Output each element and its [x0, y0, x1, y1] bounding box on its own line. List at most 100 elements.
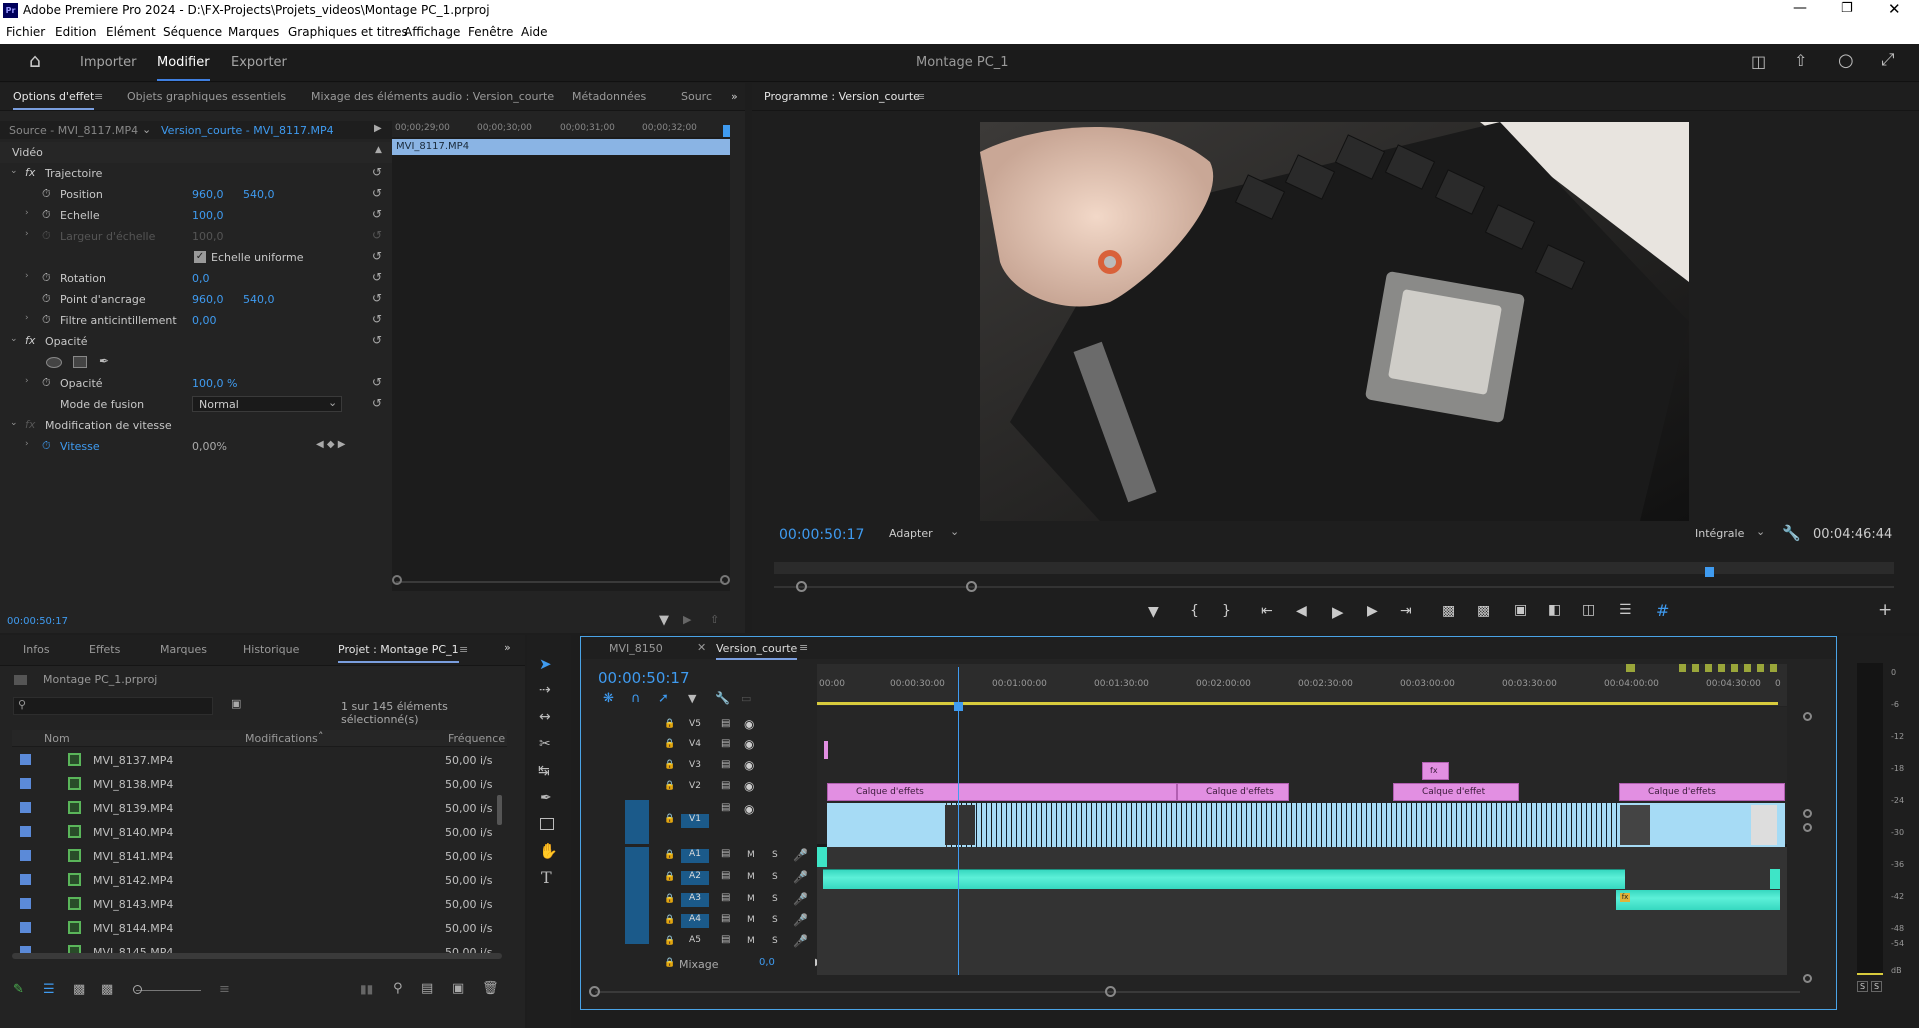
col-modifications[interactable]: Modifications	[245, 732, 318, 745]
fit-dropdown[interactable]: Adapter ⌄	[883, 525, 963, 542]
marker[interactable]	[1626, 664, 1635, 672]
chevron-right-icon[interactable]: ›	[25, 313, 29, 323]
collapse-icon[interactable]: ▲	[375, 145, 382, 155]
close-icon[interactable]: ✕	[1888, 0, 1901, 18]
track-label[interactable]: A5	[681, 935, 709, 949]
stopwatch-icon[interactable]: ⏱	[42, 292, 51, 306]
icon-view-icon[interactable]: ▩	[73, 982, 85, 997]
razor-tool-icon[interactable]: ✂	[539, 736, 551, 752]
new-bin-icon[interactable]: ▤	[421, 981, 433, 996]
reset-icon[interactable]: ↺	[372, 396, 382, 410]
eye-icon[interactable]: ◉	[744, 717, 754, 731]
more-tabs-icon[interactable]: »	[504, 641, 511, 654]
tab-version-courte[interactable]: Version_courte	[716, 642, 798, 660]
echelle-value[interactable]: 100,0	[192, 209, 224, 222]
opacite-value[interactable]: 100,0 %	[192, 377, 237, 390]
sync-lock-icon[interactable]: ▤	[721, 870, 730, 881]
stopwatch-icon[interactable]: ⏱	[42, 271, 51, 285]
mic-icon[interactable]: 🎤	[793, 892, 808, 906]
mark-out-icon[interactable]: }	[1222, 603, 1231, 619]
mini-clip[interactable]: MVI_8117.MP4	[392, 139, 730, 155]
linked-selection-icon[interactable]: ➚	[658, 691, 669, 706]
minimize-icon[interactable]: —	[1793, 0, 1807, 16]
chevron-right-icon[interactable]: ›	[25, 271, 29, 281]
stopwatch-icon[interactable]: ⏱	[42, 208, 51, 222]
lock-icon[interactable]: 🔒	[664, 872, 675, 882]
lock-icon[interactable]: 🔒	[664, 915, 675, 925]
fullscreen-icon[interactable]: ⤢	[1881, 50, 1895, 70]
menu-aide[interactable]: Aide	[521, 25, 548, 39]
program-title[interactable]: Programme : Version_courte	[764, 90, 920, 108]
menu-sequence[interactable]: Séquence	[163, 25, 222, 39]
zoom-handle-right[interactable]	[966, 581, 977, 592]
expand-icon[interactable]: ⌄	[10, 166, 18, 176]
step-back-icon[interactable]: ◀	[1296, 603, 1307, 619]
v1-clip-start[interactable]	[827, 803, 947, 847]
mark-in-icon[interactable]: {	[1190, 603, 1199, 619]
reset-icon[interactable]: ↺	[372, 270, 382, 284]
solo-button[interactable]: S	[772, 915, 778, 925]
track-label[interactable]: V5	[681, 719, 709, 733]
col-frequence[interactable]: Fréquence d	[448, 732, 507, 745]
sync-lock-icon[interactable]: ▤	[721, 759, 730, 770]
lock-icon[interactable]: 🔒	[664, 719, 675, 729]
v4-clip[interactable]	[824, 741, 828, 759]
zoom-slider-handle[interactable]	[133, 985, 142, 994]
menu-edition[interactable]: Edition	[55, 25, 97, 39]
source-patch-v1[interactable]	[625, 800, 649, 844]
v2-fx-clip[interactable]: Calque d'effets	[827, 783, 1177, 801]
timeline-timecode[interactable]: 00:00:50:17	[598, 669, 690, 687]
quality-dropdown[interactable]: Intégrale ⌄	[1689, 525, 1769, 542]
track-label[interactable]: V3	[681, 760, 709, 774]
selection-tool-icon[interactable]: ➤	[539, 655, 552, 673]
reset-icon[interactable]: ↺	[372, 291, 382, 305]
stopwatch-icon[interactable]: ⏱	[42, 376, 51, 390]
stopwatch-icon[interactable]: ⏱	[42, 313, 51, 327]
vscroll-handle[interactable]	[1803, 974, 1812, 983]
tab-projet[interactable]: Projet : Montage PC_1	[338, 643, 459, 663]
track-label[interactable]: A4	[681, 914, 709, 928]
solo-left-button[interactable]: S	[1857, 981, 1868, 992]
mix-value[interactable]: 0,0	[759, 957, 775, 968]
audio-clip-a2[interactable]	[823, 869, 1625, 889]
sync-lock-icon[interactable]: ▤	[721, 780, 730, 791]
list-item[interactable]: MVI_8140.MP4 50,00 i/s	[0, 820, 505, 844]
vscroll-handle[interactable]	[1803, 809, 1812, 818]
more-tabs-icon[interactable]: »	[731, 90, 738, 103]
vr-view-icon[interactable]: ◫	[1582, 602, 1595, 618]
track-label[interactable]: A1	[681, 849, 709, 863]
mini-playhead[interactable]	[723, 125, 730, 137]
automate-icon[interactable]: ▮▮	[360, 982, 373, 996]
lock-icon[interactable]: 🔒	[664, 936, 675, 946]
solo-button[interactable]: S	[772, 936, 778, 946]
reset-icon[interactable]: ↺	[372, 312, 382, 326]
tab-exporter[interactable]: Exporter	[231, 55, 287, 70]
mute-button[interactable]: M	[747, 936, 755, 946]
timeline-ruler[interactable]: 00:00 00:00:30:00 00:01:00:00 00:01:30:0…	[817, 664, 1787, 706]
expand-icon[interactable]: ⌄	[10, 334, 18, 344]
menu-element[interactable]: Elément	[106, 25, 156, 39]
home-icon[interactable]: ⌂	[29, 50, 41, 72]
program-playhead[interactable]	[1705, 567, 1714, 577]
list-item[interactable]: MVI_8144.MP4 50,00 i/s	[0, 916, 505, 940]
tab-effets[interactable]: Effets	[89, 643, 120, 656]
freeform-view-icon[interactable]: ▩	[101, 982, 113, 997]
sync-lock-icon[interactable]: ▤	[721, 934, 730, 945]
timeline-menu-icon[interactable]: ≡	[799, 641, 808, 654]
solo-right-button[interactable]: S	[1871, 981, 1882, 992]
share-icon[interactable]: ⇧	[1794, 51, 1807, 70]
program-timecode[interactable]: 00:00:50:17	[779, 527, 864, 543]
tab-importer[interactable]: Importer	[80, 55, 137, 70]
timeline-playhead-handle[interactable]	[954, 702, 963, 711]
mute-button[interactable]: M	[747, 872, 755, 882]
menu-affichage[interactable]: Affichage	[404, 25, 460, 39]
extract-icon[interactable]: ▩	[1477, 603, 1490, 619]
camera-icon[interactable]: ▣	[1514, 602, 1527, 618]
pen-mask-icon[interactable]: ✒	[99, 354, 109, 368]
add-button-icon[interactable]: +	[1878, 600, 1892, 620]
sync-lock-icon[interactable]: ▤	[721, 802, 730, 813]
hscroll-handle-right[interactable]	[1105, 986, 1116, 997]
sync-lock-icon[interactable]: ▤	[721, 738, 730, 749]
export-icon[interactable]: ▶	[683, 613, 691, 626]
add-marker-icon[interactable]: ▼	[1148, 604, 1159, 620]
